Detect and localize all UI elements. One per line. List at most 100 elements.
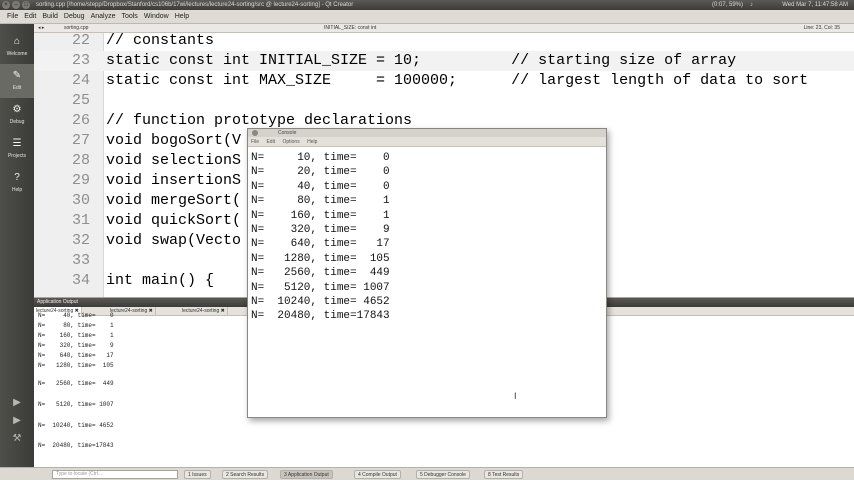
code-line[interactable]: 24 static const int MAX_SIZE = 100000; //… <box>34 71 854 91</box>
console-row: N= 20480, time=17843 <box>251 310 390 323</box>
console-menu: File Edit Options Help <box>248 137 606 147</box>
nav-arrows-icon[interactable]: ◂ ▸ <box>38 24 44 33</box>
output-row: N= 160, time= 1 <box>38 332 114 339</box>
line-number: 25 <box>71 92 90 109</box>
close-window-button[interactable]: × <box>2 1 10 9</box>
run-icon[interactable]: ▶ <box>9 396 25 410</box>
window-title: sorting.cpp [/home/stepp/Dropbox/Stanfor… <box>36 2 354 8</box>
issues-pane-button[interactable]: 1 Issues <box>184 470 211 479</box>
volume-icon[interactable]: ♪ <box>750 0 753 10</box>
projects-icon: ☰ <box>12 138 22 149</box>
cursor-position: Line: 23, Col: 35 <box>803 25 840 31</box>
menu-edit[interactable]: Edit <box>21 10 39 23</box>
code-text: void insertionS <box>106 172 242 189</box>
maximize-window-button[interactable]: □ <box>22 1 30 9</box>
console-close-icon[interactable] <box>252 130 258 136</box>
compile-output-pane-button[interactable]: 4 Compile Output <box>354 470 401 479</box>
output-row: N= 5120, time= 1007 <box>38 401 114 408</box>
welcome-icon: ⌂ <box>13 36 21 47</box>
output-row: N= 80, time= 1 <box>38 322 114 329</box>
console-row: N= 10240, time= 4652 <box>251 296 390 308</box>
mode-sidebar: ⌂ Welcome ✎ Edit ⚙ Debug ☰ Projects ? He… <box>0 24 34 468</box>
console-row: N= 1280, time= 105 <box>251 252 390 265</box>
mode-projects[interactable]: ☰ Projects <box>0 132 34 166</box>
code-text: void bogoSort(V <box>106 132 242 149</box>
menu-tools[interactable]: Tools <box>118 10 140 23</box>
output-row: N= 20480, time=17843 <box>38 442 114 449</box>
console-row: N= 2560, time= 449 <box>251 267 390 280</box>
editor-toolbar: ◂ ▸ sorting.cpp INITIAL_SIZE: const int … <box>34 24 854 33</box>
console-window[interactable]: Console File Edit Options Help N= 10, ti… <box>247 128 607 418</box>
application-output-pane-button[interactable]: 3 Application Output <box>280 470 333 479</box>
console-row: N= 160, time= 1 <box>251 209 390 222</box>
open-file-selector[interactable]: sorting.cpp <box>64 24 88 33</box>
line-number: 22 <box>71 33 90 49</box>
code-text: void mergeSort( <box>106 192 242 209</box>
line-number: 29 <box>71 172 90 189</box>
code-line[interactable]: 22 // constants <box>34 33 854 51</box>
console-menu-file[interactable]: File <box>248 139 262 145</box>
mode-debug[interactable]: ⚙ Debug <box>0 98 34 132</box>
code-text: static const int MAX_SIZE = 100000; // l… <box>106 72 809 89</box>
menu-window[interactable]: Window <box>141 10 172 23</box>
code-line[interactable]: 25 <box>34 91 854 111</box>
mode-welcome[interactable]: ⌂ Welcome <box>0 30 34 64</box>
code-line[interactable]: 23 static const int INITIAL_SIZE = 10; //… <box>34 51 854 71</box>
console-title: Console <box>248 129 606 137</box>
code-text: static const int INITIAL_SIZE = 10; // s… <box>106 52 737 69</box>
console-row: N= 5120, time= 1007 <box>251 281 390 294</box>
edit-icon: ✎ <box>12 70 22 81</box>
menu-help[interactable]: Help <box>172 10 192 23</box>
output-row: N= 320, time= 9 <box>38 342 114 349</box>
output-row: N= 2560, time= 449 <box>38 380 114 387</box>
mode-label: Welcome <box>6 51 28 57</box>
output-tab-2[interactable]: lecture24-sorting ✖ <box>108 307 156 316</box>
clock[interactable]: Wed Mar 7, 11:47:58 AM <box>782 0 848 10</box>
output-row: N= 640, time= 17 <box>38 352 114 359</box>
line-number: 32 <box>71 232 90 249</box>
mode-help[interactable]: ? Help <box>0 166 34 200</box>
output-row: N= 1280, time= 105 <box>38 362 114 369</box>
menu-bar: File Edit Build Debug Analyze Tools Wind… <box>0 10 854 24</box>
build-icon[interactable]: ⚒ <box>9 432 25 446</box>
qt-creator-window: × – □ sorting.cpp [/home/stepp/Dropbox/S… <box>0 0 854 480</box>
output-tab-3[interactable]: lecture24-sorting ✖ <box>180 307 228 316</box>
code-text: // constants <box>106 33 215 49</box>
code-text: void quickSort( <box>106 212 242 229</box>
console-row: N= 20, time= 0 <box>251 166 390 179</box>
console-row: N= 80, time= 1 <box>251 195 390 208</box>
debug-run-icon[interactable]: ▶ <box>9 414 25 428</box>
menu-build[interactable]: Build <box>39 10 61 23</box>
status-bar: Type to locate (Ctrl... 1 Issues 2 Searc… <box>0 467 854 480</box>
console-row: N= 40, time= 0 <box>251 180 390 193</box>
minimize-window-button[interactable]: – <box>12 1 20 9</box>
title-bar: × – □ sorting.cpp [/home/stepp/Dropbox/S… <box>0 0 854 10</box>
symbol-selector[interactable]: INITIAL_SIZE: const int <box>324 24 376 33</box>
mode-edit[interactable]: ✎ Edit <box>0 64 34 98</box>
locator-input[interactable]: Type to locate (Ctrl... <box>52 470 178 479</box>
line-number: 33 <box>71 252 90 269</box>
menu-debug[interactable]: Debug <box>61 10 88 23</box>
mode-label: Debug <box>9 119 25 125</box>
code-text: void selectionS <box>106 152 242 169</box>
mode-label: Help <box>11 187 23 193</box>
debug-icon: ⚙ <box>12 104 22 115</box>
console-menu-help[interactable]: Help <box>304 139 320 145</box>
console-menu-edit[interactable]: Edit <box>263 139 278 145</box>
code-text: void swap(Vecto <box>106 232 242 249</box>
battery-indicator[interactable]: (0:07, 59%) <box>712 0 743 10</box>
console-row: N= 640, time= 17 <box>251 238 390 251</box>
output-text[interactable]: N= 40, time= 0 N= 80, time= 1 N= 160, time… <box>34 312 234 466</box>
line-number: 30 <box>71 192 90 209</box>
console-menu-options[interactable]: Options <box>279 139 302 145</box>
menu-analyze[interactable]: Analyze <box>88 10 119 23</box>
line-number: 27 <box>71 132 90 149</box>
test-results-pane-button[interactable]: 8 Test Results <box>484 470 524 479</box>
search-results-pane-button[interactable]: 2 Search Results <box>222 470 269 479</box>
line-number: 24 <box>71 72 90 89</box>
line-number: 23 <box>71 52 90 69</box>
debugger-console-pane-button[interactable]: 5 Debugger Console <box>416 470 470 479</box>
console-row: N= 320, time= 9 <box>251 224 390 236</box>
menu-file[interactable]: File <box>4 10 21 23</box>
line-number: 34 <box>71 272 90 289</box>
